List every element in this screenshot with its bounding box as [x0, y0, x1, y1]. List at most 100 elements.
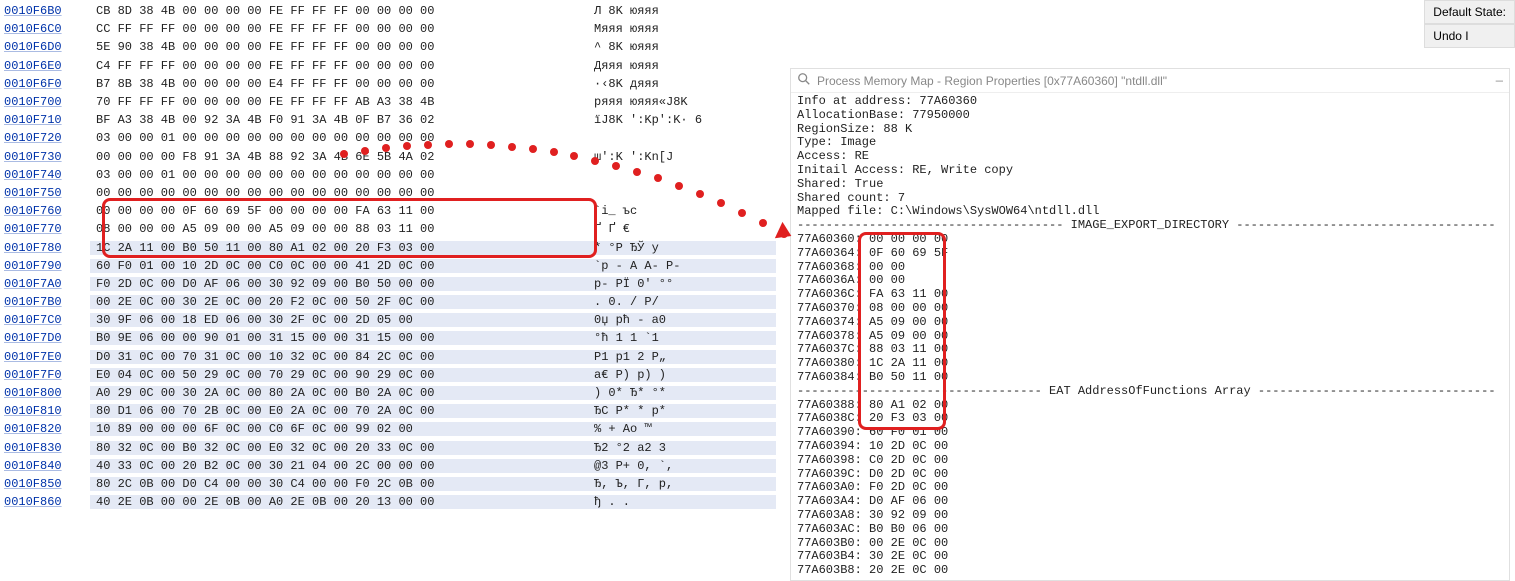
hex-row[interactable]: 0010F7C030 9F 06 00 18 ED 06 00 30 2F 0C…	[4, 311, 776, 329]
hex-row[interactable]: 0010F7D0B0 9E 06 00 00 90 01 00 31 15 00…	[4, 329, 776, 347]
hex-bytes[interactable]: 70 FF FF FF 00 00 00 00 FE FF FF FF AB A…	[90, 95, 588, 109]
eat-row: 77A603A0: F0 2D 0C 00EAT FuncAddr [14] n…	[797, 481, 1503, 495]
hex-address[interactable]: 0010F700	[4, 95, 90, 109]
hex-row[interactable]: 0010F86040 2E 0B 00 00 2E 0B 00 A0 2E 0B…	[4, 493, 776, 511]
eat-row: 77A603B4: 30 2E 0C 00EAT FuncAddr [19] n…	[797, 550, 1503, 564]
hex-ascii: Дяяя юяяя	[588, 59, 776, 73]
hex-row[interactable]: 0010F77008 00 00 00 A5 09 00 00 A5 09 00…	[4, 220, 776, 238]
hex-bytes[interactable]: 00 00 00 00 0F 60 69 5F 00 00 00 00 FA 6…	[90, 204, 588, 218]
eat-row: 77A603A8: 30 92 09 00EAT FuncAddr [16] n…	[797, 509, 1503, 523]
hex-bytes[interactable]: CC FF FF FF 00 00 00 00 FE FF FF FF 00 0…	[90, 22, 588, 36]
hex-address[interactable]: 0010F850	[4, 477, 90, 491]
hex-row[interactable]: 0010F6D05E 90 38 4B 00 00 00 00 FE FF FF…	[4, 38, 776, 56]
hex-bytes[interactable]: CB 8D 38 4B 00 00 00 00 FE FF FF FF 00 0…	[90, 4, 588, 18]
hex-bytes[interactable]: 80 2C 0B 00 D0 C4 00 00 30 C4 00 00 F0 2…	[90, 477, 588, 491]
hex-bytes[interactable]: B0 9E 06 00 00 90 01 00 31 15 00 00 31 1…	[90, 331, 588, 345]
hex-row[interactable]: 0010F84040 33 0C 00 20 B2 0C 00 30 21 04…	[4, 457, 776, 475]
info-line: Shared count: 7	[797, 192, 1503, 206]
hex-address[interactable]: 0010F7A0	[4, 277, 90, 291]
hex-row[interactable]: 0010F7801C 2A 11 00 B0 50 11 00 80 A1 02…	[4, 238, 776, 256]
hex-address[interactable]: 0010F830	[4, 441, 90, 455]
export-row: 77A60380: 1C 2A 11 00AddressOfNames = [7…	[797, 357, 1503, 371]
hex-dump-panel[interactable]: 0010F6B0CB 8D 38 4B 00 00 00 00 FE FF FF…	[0, 0, 780, 581]
hex-bytes[interactable]: 08 00 00 00 A5 09 00 00 A5 09 00 00 88 0…	[90, 222, 588, 236]
hex-row[interactable]: 0010F75000 00 00 00 00 00 00 00 00 00 00…	[4, 184, 776, 202]
hex-row[interactable]: 0010F6F0B7 8B 38 4B 00 00 00 00 E4 FF FF…	[4, 75, 776, 93]
hex-address[interactable]: 0010F790	[4, 259, 90, 273]
hex-bytes[interactable]: E0 04 0C 00 50 29 0C 00 70 29 0C 00 90 2…	[90, 368, 588, 382]
minimize-button[interactable]: —	[1496, 74, 1503, 88]
hex-row[interactable]: 0010F6E0C4 FF FF FF 00 00 00 00 FE FF FF…	[4, 57, 776, 75]
hex-row[interactable]: 0010F7E0D0 31 0C 00 70 31 0C 00 10 32 0C…	[4, 348, 776, 366]
hex-bytes[interactable]: 00 00 00 00 F8 91 3A 4B 88 92 3A 4B 6E 5…	[90, 150, 588, 164]
hex-bytes[interactable]: F0 2D 0C 00 D0 AF 06 00 30 92 09 00 B0 5…	[90, 277, 588, 291]
hex-row[interactable]: 0010F74003 00 00 01 00 00 00 00 00 00 00…	[4, 166, 776, 184]
hex-row[interactable]: 0010F7F0E0 04 0C 00 50 29 0C 00 70 29 0C…	[4, 366, 776, 384]
eat-row: 77A603B0: 00 2E 0C 00EAT FuncAddr [18] n…	[797, 537, 1503, 551]
hex-row[interactable]: 0010F72003 00 00 01 00 00 00 00 00 00 00…	[4, 129, 776, 147]
hex-address[interactable]: 0010F6D0	[4, 40, 90, 54]
hex-bytes[interactable]: 60 F0 01 00 10 2D 0C 00 C0 0C 00 00 41 2…	[90, 259, 588, 273]
hex-row[interactable]: 0010F7A0F0 2D 0C 00 D0 AF 06 00 30 92 09…	[4, 275, 776, 293]
hex-bytes[interactable]: 5E 90 38 4B 00 00 00 00 FE FF FF FF 00 0…	[90, 40, 588, 54]
hex-row[interactable]: 0010F6B0CB 8D 38 4B 00 00 00 00 FE FF FF…	[4, 2, 776, 20]
hex-row[interactable]: 0010F7B000 2E 0C 00 30 2E 0C 00 20 F2 0C…	[4, 293, 776, 311]
hex-bytes[interactable]: 03 00 00 01 00 00 00 00 00 00 00 00 00 0…	[90, 131, 588, 145]
hex-bytes[interactable]: B7 8B 38 4B 00 00 00 00 E4 FF FF FF 00 0…	[90, 77, 588, 91]
hex-bytes[interactable]: D0 31 0C 00 70 31 0C 00 10 32 0C 00 84 2…	[90, 350, 588, 364]
hex-address[interactable]: 0010F770	[4, 222, 90, 236]
hex-row[interactable]: 0010F73000 00 00 00 F8 91 3A 4B 88 92 3A…	[4, 148, 776, 166]
hex-bytes[interactable]: 30 9F 06 00 18 ED 06 00 30 2F 0C 00 2D 0…	[90, 313, 588, 327]
hex-bytes[interactable]: 80 32 0C 00 B0 32 0C 00 E0 32 0C 00 20 3…	[90, 441, 588, 455]
hex-row[interactable]: 0010F76000 00 00 00 0F 60 69 5F 00 00 00…	[4, 202, 776, 220]
hex-bytes[interactable]: 10 89 00 00 00 6F 0C 00 C0 6F 0C 00 99 0…	[90, 422, 588, 436]
hex-address[interactable]: 0010F6B0	[4, 4, 90, 18]
hex-address[interactable]: 0010F7B0	[4, 295, 90, 309]
hex-bytes[interactable]: 40 33 0C 00 20 B2 0C 00 30 21 04 00 2C 0…	[90, 459, 588, 473]
hex-address[interactable]: 0010F7F0	[4, 368, 90, 382]
hex-address[interactable]: 0010F6E0	[4, 59, 90, 73]
export-row: 77A60370: 08 00 00 00Base = 8	[797, 302, 1503, 316]
eat-row: 77A6039C: D0 2D 0C 00EAT FuncAddr [13] n…	[797, 468, 1503, 482]
hex-row[interactable]: 0010F82010 89 00 00 00 6F 0C 00 C0 6F 0C…	[4, 420, 776, 438]
hex-row[interactable]: 0010F710BF A3 38 4B 00 92 3A 4B F0 91 3A…	[4, 111, 776, 129]
hex-bytes[interactable]: BF A3 38 4B 00 92 3A 4B F0 91 3A 4B 0F B…	[90, 113, 588, 127]
hex-address[interactable]: 0010F800	[4, 386, 90, 400]
hex-address[interactable]: 0010F820	[4, 422, 90, 436]
hex-row[interactable]: 0010F70070 FF FF FF 00 00 00 00 FE FF FF…	[4, 93, 776, 111]
hex-bytes[interactable]: 40 2E 0B 00 00 2E 0B 00 A0 2E 0B 00 20 1…	[90, 495, 588, 509]
export-row: 77A60384: B0 50 11 00AddressOfNameOrdina…	[797, 371, 1503, 385]
hex-row[interactable]: 0010F81080 D1 06 00 70 2B 0C 00 E0 2A 0C…	[4, 402, 776, 420]
hex-address[interactable]: 0010F7D0	[4, 331, 90, 345]
default-state-button[interactable]: Default State:	[1424, 0, 1515, 24]
hex-ascii: °ћ 1 1 `1	[588, 331, 776, 345]
hex-address[interactable]: 0010F750	[4, 186, 90, 200]
hex-bytes[interactable]: 03 00 00 01 00 00 00 00 00 00 00 00 00 0…	[90, 168, 588, 182]
hex-address[interactable]: 0010F840	[4, 459, 90, 473]
hex-address[interactable]: 0010F710	[4, 113, 90, 127]
hex-row[interactable]: 0010F79060 F0 01 00 10 2D 0C 00 C0 0C 00…	[4, 257, 776, 275]
hex-address[interactable]: 0010F7E0	[4, 350, 90, 364]
hex-address[interactable]: 0010F740	[4, 168, 90, 182]
hex-bytes[interactable]: 80 D1 06 00 70 2B 0C 00 E0 2A 0C 00 70 2…	[90, 404, 588, 418]
hex-address[interactable]: 0010F780	[4, 241, 90, 255]
hex-address[interactable]: 0010F760	[4, 204, 90, 218]
hex-bytes[interactable]: C4 FF FF FF 00 00 00 00 FE FF FF FF 00 0…	[90, 59, 588, 73]
hex-address[interactable]: 0010F810	[4, 404, 90, 418]
hex-row[interactable]: 0010F6C0CC FF FF FF 00 00 00 00 FE FF FF…	[4, 20, 776, 38]
hex-address[interactable]: 0010F6F0	[4, 77, 90, 91]
hex-address[interactable]: 0010F720	[4, 131, 90, 145]
hex-bytes[interactable]: 00 00 00 00 00 00 00 00 00 00 00 00 00 0…	[90, 186, 588, 200]
hex-row[interactable]: 0010F85080 2C 0B 00 D0 C4 00 00 30 C4 00…	[4, 475, 776, 493]
undo-button[interactable]: Undo I	[1424, 24, 1515, 48]
hex-bytes[interactable]: A0 29 0C 00 30 2A 0C 00 80 2A 0C 00 B0 2…	[90, 386, 588, 400]
hex-row[interactable]: 0010F83080 32 0C 00 B0 32 0C 00 E0 32 0C…	[4, 439, 776, 457]
hex-address[interactable]: 0010F6C0	[4, 22, 90, 36]
hex-row[interactable]: 0010F800A0 29 0C 00 30 2A 0C 00 80 2A 0C…	[4, 384, 776, 402]
hex-bytes[interactable]: 00 2E 0C 00 30 2E 0C 00 20 F2 0C 00 50 2…	[90, 295, 588, 309]
hex-address[interactable]: 0010F7C0	[4, 313, 90, 327]
hex-address[interactable]: 0010F860	[4, 495, 90, 509]
region-properties-window[interactable]: Process Memory Map - Region Properties […	[790, 68, 1510, 581]
hex-bytes[interactable]: 1C 2A 11 00 B0 50 11 00 80 A1 02 00 20 F…	[90, 241, 588, 255]
hex-address[interactable]: 0010F730	[4, 150, 90, 164]
